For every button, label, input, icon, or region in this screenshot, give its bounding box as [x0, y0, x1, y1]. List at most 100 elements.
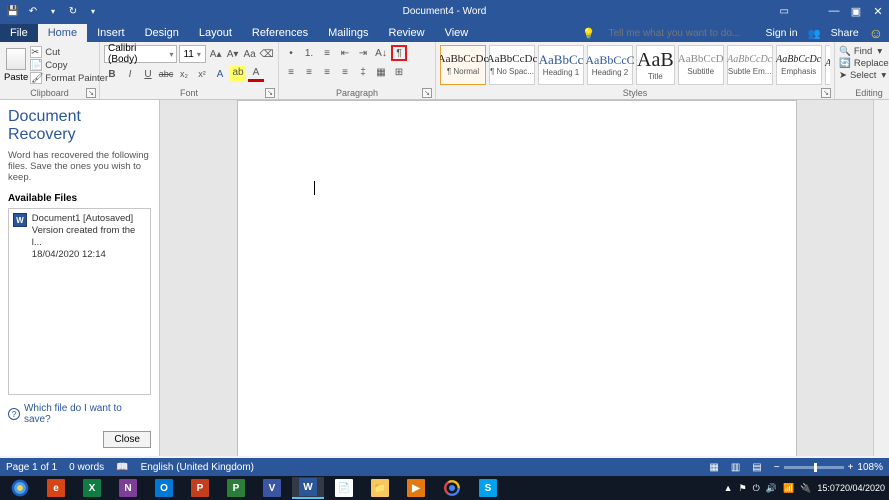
tellme-input[interactable] [605, 24, 755, 42]
tray-icon[interactable]: 📶 [783, 483, 794, 494]
tray-time[interactable]: 15:07 [817, 483, 840, 493]
find-button[interactable]: 🔍Find▾ [839, 46, 889, 57]
styles-gallery[interactable]: AaBbCcDc¶ NormalAaBbCcDc¶ No Spac...AaBb… [440, 45, 830, 85]
skype-icon[interactable]: S [472, 477, 504, 499]
tab-file[interactable]: File [0, 24, 38, 42]
share-button[interactable]: Share [831, 27, 859, 39]
style-emphasis[interactable]: AaBbCcDcEmphasis [776, 45, 822, 85]
strike-button[interactable]: abc [158, 66, 174, 82]
zoom-out-button[interactable]: − [774, 462, 780, 473]
italic-button[interactable]: I [122, 66, 138, 82]
style-heading-2[interactable]: AaBbCcCHeading 2 [587, 45, 633, 85]
superscript-button[interactable]: x² [194, 66, 210, 82]
change-case-button[interactable]: Aa [242, 46, 257, 62]
underline-button[interactable]: U [140, 66, 156, 82]
close-button[interactable]: ✕ [867, 0, 889, 22]
tab-design[interactable]: Design [135, 24, 189, 42]
publisher-icon[interactable]: P [220, 477, 252, 499]
print-layout-icon[interactable]: ▥ [731, 462, 740, 473]
shading-button[interactable]: ▦ [373, 64, 389, 80]
tab-references[interactable]: References [242, 24, 318, 42]
zoom-level[interactable]: 108% [857, 462, 883, 473]
styles-launcher[interactable]: ↘ [821, 88, 831, 98]
font-color-button[interactable]: A [248, 66, 264, 82]
folder-icon[interactable]: 📁 [364, 477, 396, 499]
word-icon[interactable]: W [292, 477, 324, 499]
tab-home[interactable]: Home [38, 24, 87, 42]
subscript-button[interactable]: x₂ [176, 66, 192, 82]
start-button[interactable] [4, 477, 36, 499]
tab-view[interactable]: View [435, 24, 479, 42]
style-subtitle[interactable]: AaBbCcDSubtitle [678, 45, 724, 85]
align-left-button[interactable]: ≡ [283, 64, 299, 80]
tray-date[interactable]: 20/04/2020 [840, 483, 885, 493]
font-name-combo[interactable]: Calibri (Body) [104, 45, 177, 63]
redo-icon[interactable]: ↻ [66, 4, 80, 18]
undo-icon[interactable]: ↶ [26, 4, 40, 18]
outlook-icon[interactable]: O [148, 477, 180, 499]
zoom-slider[interactable] [784, 466, 844, 469]
multilevel-button[interactable]: ≡ [319, 45, 335, 61]
powerpoint-icon[interactable]: P [184, 477, 216, 499]
recovered-file-item[interactable]: W Document1 [Autosaved] Version created … [13, 213, 146, 261]
style--normal[interactable]: AaBbCcDc¶ Normal [440, 45, 486, 85]
proofing-icon[interactable]: 📖 [116, 462, 128, 473]
ie-icon[interactable]: e [40, 477, 72, 499]
save-icon[interactable]: 💾 [6, 4, 20, 18]
word-count-status[interactable]: 0 words [69, 462, 104, 473]
text-effects-button[interactable]: A [212, 66, 228, 82]
style-title[interactable]: AaBTitle [636, 45, 675, 85]
tab-mailings[interactable]: Mailings [318, 24, 378, 42]
align-center-button[interactable]: ≡ [301, 64, 317, 80]
select-button[interactable]: ➤Select▾ [839, 70, 889, 81]
minimize-button[interactable]: — [823, 0, 845, 22]
document-page[interactable] [237, 100, 797, 456]
undo-dropdown[interactable]: ▾ [46, 4, 60, 18]
bullets-button[interactable]: • [283, 45, 299, 61]
style-subtle-em-[interactable]: AaBbCcDcSubtle Em... [727, 45, 773, 85]
increase-indent-button[interactable]: ⇥ [355, 45, 371, 61]
shrink-font-button[interactable]: A▾ [225, 46, 240, 62]
numbering-button[interactable]: 1. [301, 45, 317, 61]
tab-review[interactable]: Review [379, 24, 435, 42]
tray-icon[interactable]: ⚑ [739, 483, 747, 494]
replace-button[interactable]: 🔄Replace [839, 58, 889, 69]
line-spacing-button[interactable]: ‡ [355, 64, 371, 80]
page-number-status[interactable]: Page 1 of 1 [6, 462, 57, 473]
document-area[interactable] [160, 100, 873, 456]
font-size-combo[interactable]: 11 [179, 45, 206, 63]
highlight-button[interactable]: ab [230, 66, 246, 82]
feedback-icon[interactable]: ☺ [869, 25, 883, 41]
vlc-icon[interactable]: ▶ [400, 477, 432, 499]
clear-formatting-button[interactable]: ⌫ [259, 46, 274, 62]
recovery-close-button[interactable]: Close [103, 431, 151, 448]
tab-layout[interactable]: Layout [189, 24, 242, 42]
decrease-indent-button[interactable]: ⇤ [337, 45, 353, 61]
ribbon-display-options-icon[interactable]: ▭ [780, 6, 789, 17]
format-painter-button[interactable]: 🖌Format Painter [30, 72, 108, 84]
cut-button[interactable]: ✂Cut [30, 46, 108, 58]
tab-insert[interactable]: Insert [87, 24, 135, 42]
clipboard-launcher[interactable]: ↘ [86, 88, 96, 98]
maximize-button[interactable]: ▣ [845, 0, 867, 22]
language-status[interactable]: English (United Kingdom) [141, 462, 254, 473]
tray-icon[interactable]: 🔌 [800, 483, 811, 494]
paste-button[interactable]: Paste [4, 45, 28, 85]
chrome-icon[interactable] [436, 477, 468, 499]
align-right-button[interactable]: ≡ [319, 64, 335, 80]
explorer-icon[interactable]: 📄 [328, 477, 360, 499]
web-layout-icon[interactable]: ▤ [752, 462, 761, 473]
bold-button[interactable]: B [104, 66, 120, 82]
excel-icon[interactable]: X [76, 477, 108, 499]
signin-link[interactable]: Sign in [765, 27, 797, 39]
sort-button[interactable]: A↓ [373, 45, 389, 61]
pilcrow-button[interactable]: ¶ [391, 45, 407, 61]
paragraph-launcher[interactable]: ↘ [422, 88, 432, 98]
zoom-in-button[interactable]: + [848, 462, 854, 473]
tray-icon[interactable]: 🔊 [766, 483, 777, 494]
borders-button[interactable]: ⊞ [391, 64, 407, 80]
qat-customize[interactable]: ▾ [86, 4, 100, 18]
which-file-link[interactable]: ? Which file do I want to save? [8, 403, 151, 425]
onenote-icon[interactable]: N [112, 477, 144, 499]
style-heading-1[interactable]: AaBbCcHeading 1 [538, 45, 584, 85]
